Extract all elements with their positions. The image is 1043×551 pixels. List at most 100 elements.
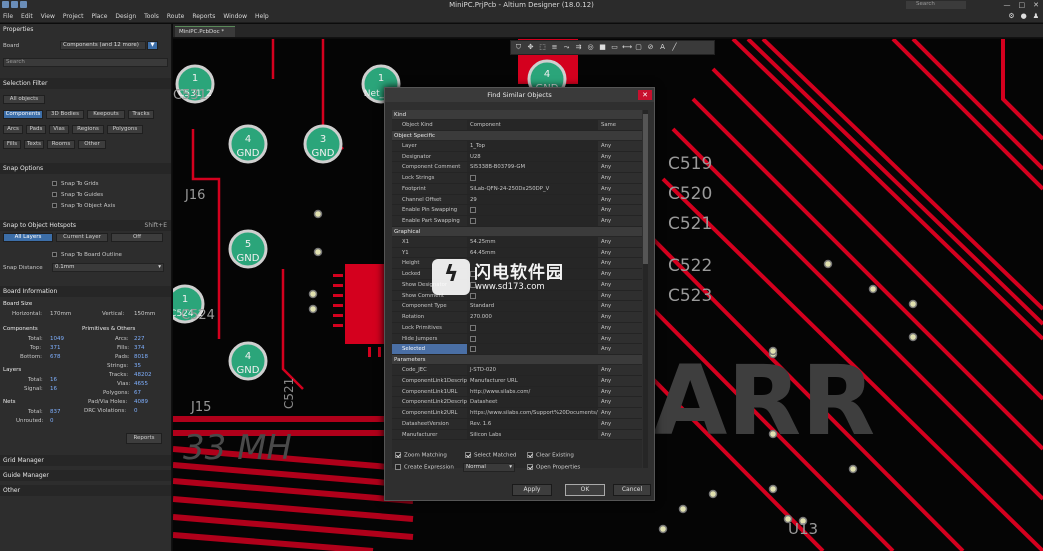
select-tool-icon[interactable]: ⬚ [538,43,547,52]
grid-row[interactable]: Lock Primitives Any [392,322,642,334]
dialog-close-button[interactable]: ✕ [638,90,652,100]
components-top-value[interactable]: 371 [50,345,61,351]
nets-unrouted-value[interactable]: 0 [50,418,54,424]
open-properties-option[interactable]: Open Properties [527,464,580,471]
all-layers-button[interactable]: All Layers [3,233,53,242]
clear-existing-checkbox[interactable] [527,452,533,458]
grid-row[interactable]: Object Kind Component Same [392,120,642,131]
dimension-tool-icon[interactable]: ⟷ [622,43,632,52]
menu-design[interactable]: Design [115,13,136,20]
properties-search-input[interactable]: Search [3,58,168,67]
minimize-button[interactable]: — [1004,1,1011,9]
polygon-tool-icon[interactable]: ▭ [610,43,619,52]
guide-manager-header[interactable]: Guide Manager [0,470,171,481]
menu-window[interactable]: Window [223,13,247,20]
filter-vias-button[interactable]: Vias [49,125,69,134]
tab-minipc-pcbdoc[interactable]: MiniPC.PcbDoc * [175,26,235,37]
filter-components-button[interactable]: Components [3,110,43,119]
grid-row[interactable]: Designator U28 Any [392,151,642,163]
snap-off-button[interactable]: Off [111,233,163,242]
move-tool-icon[interactable]: ✥ [526,43,535,52]
mask-mode-dropdown[interactable]: Normal ▾ [463,463,515,472]
create-expression-option[interactable]: Create Expression [395,464,454,471]
components-bottom-value[interactable]: 678 [50,354,61,360]
close-button[interactable]: ✕ [1033,1,1039,9]
snap-to-object-axis-checkbox[interactable] [52,203,57,208]
grid-row[interactable]: Component Comment SI5338B-B03799-GM Any [392,162,642,173]
diff-pair-tool-icon[interactable]: ⇉ [574,43,583,52]
grid-row[interactable]: Code_JEC J-STD-020 Any [392,365,642,376]
menu-project[interactable]: Project [63,13,84,20]
grid-row[interactable]: Hide Jumpers Any [392,333,642,345]
grid-section-object-specific[interactable]: Object Specific [392,130,642,141]
primitive-vias-value[interactable]: 4655 [134,381,148,387]
gear-icon[interactable]: ⚙ [1008,12,1014,20]
grid-row[interactable]: Component Type Standard Any [392,301,642,312]
filter-pads-button[interactable]: Pads [26,125,46,134]
apply-button[interactable]: Apply [512,484,552,496]
snap-to-guides-checkbox[interactable] [52,192,57,197]
grid-scrollbar[interactable] [643,110,648,468]
grid-row[interactable]: Rotation 270.000 Any [392,312,642,323]
snap-to-grids-checkbox[interactable] [52,181,57,186]
filter-icon[interactable]: ▼ [147,41,158,50]
grid-row[interactable]: Footprint SiLab-QFN-24-250Dx250DP_V Any [392,183,642,195]
menu-tools[interactable]: Tools [144,13,159,20]
other-header[interactable]: Other [0,485,171,496]
zoom-matching-option[interactable]: Zoom Matching [395,452,447,459]
grid-section-graphical[interactable]: Graphical [392,226,642,237]
select-matched-option[interactable]: Select Matched [465,452,516,459]
primitive-polygons-value[interactable]: 67 [134,390,141,396]
line-tool-icon[interactable]: ╱ [670,43,679,52]
row-checkbox[interactable] [470,324,476,331]
cancel-button[interactable]: Cancel [613,484,651,496]
board-filter-dropdown[interactable]: Components (and 12 more) [60,41,146,50]
select-matched-checkbox[interactable] [465,452,471,458]
route-tool-icon[interactable]: ⤳ [562,43,571,52]
text-tool-icon[interactable]: A [658,43,667,52]
grid-row[interactable]: Enable Part Swapping Any [392,216,642,227]
layers-total-value[interactable]: 16 [50,377,57,383]
user-icon[interactable]: ♟ [1033,12,1039,20]
keepout-tool-icon[interactable]: ⊘ [646,43,655,52]
menu-route[interactable]: Route [167,13,184,20]
pad-tool-icon[interactable]: ■ [598,43,607,52]
ok-button[interactable]: OK [565,484,605,496]
scrollbar-thumb[interactable] [643,114,648,264]
filter-3d-bodies-button[interactable]: 3D Bodies [46,110,84,119]
filter-rooms-button[interactable]: Rooms [47,140,75,149]
filter-polygons-button[interactable]: Polygons [107,125,143,134]
menu-reports[interactable]: Reports [192,13,215,20]
row-checkbox[interactable] [470,346,476,353]
via-tool-icon[interactable]: ◎ [586,43,595,52]
reports-button[interactable]: Reports [126,433,162,444]
grid-manager-header[interactable]: Grid Manager [0,455,171,466]
menu-edit[interactable]: Edit [21,13,33,20]
notifications-icon[interactable]: ● [1021,12,1027,20]
filter-fills-button[interactable]: Fills [3,140,21,149]
row-checkbox[interactable] [470,218,476,224]
menu-view[interactable]: View [41,13,55,20]
align-tool-icon[interactable]: ≡ [550,43,559,52]
menu-help[interactable]: Help [255,13,269,20]
grid-section-parameters[interactable]: Parameters [392,355,642,365]
primitive-tracks-value[interactable]: 48202 [134,372,152,378]
create-expression-checkbox[interactable] [395,464,401,470]
filter-keepouts-button[interactable]: Keepouts [87,110,125,119]
row-checkbox[interactable] [470,175,476,181]
grid-row[interactable]: ComponentLink2URL https://www.silabs.com/… [392,408,642,419]
primitive-strings-value[interactable]: 35 [134,363,141,369]
grid-row[interactable]: Enable Pin Swapping Any [392,205,642,216]
drc-violations-value[interactable]: 0 [134,408,138,414]
maximize-button[interactable]: □ [1019,1,1026,9]
filter-tool-icon[interactable]: ⛉ [514,43,523,52]
grid-row[interactable]: ComponentLink1DescriptionManufacturer UR… [392,375,642,387]
nets-total-value[interactable]: 837 [50,409,61,415]
global-search-input[interactable]: Search [906,1,966,9]
grid-row[interactable]: Lock Strings Any [392,173,642,184]
components-total-value[interactable]: 1049 [50,336,64,342]
zoom-matching-checkbox[interactable] [395,452,401,458]
filter-regions-button[interactable]: Regions [72,125,104,134]
room-tool-icon[interactable]: ▢ [634,43,643,52]
filter-texts-button[interactable]: Texts [24,140,44,149]
